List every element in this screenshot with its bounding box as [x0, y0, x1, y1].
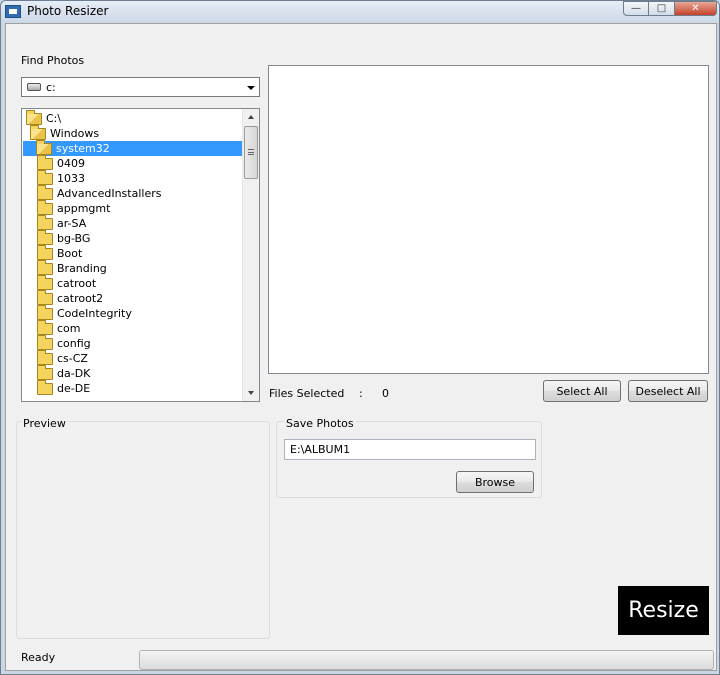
folder-icon: [37, 214, 53, 230]
tree-item-label: Boot: [57, 247, 83, 260]
tree-item-label: 1033: [57, 172, 85, 185]
tree-item-label: CodeIntegrity: [57, 307, 132, 320]
tree-item[interactable]: C:\: [26, 109, 62, 126]
files-selected-label: Files Selected: [269, 387, 345, 400]
tree-item-label: catroot2: [57, 292, 104, 305]
preview-panel: [16, 421, 270, 639]
tree-item[interactable]: 0409: [37, 154, 85, 171]
tree-item-label: com: [57, 322, 81, 335]
status-text: Ready: [21, 651, 56, 664]
app-window: Photo Resizer — □ ✕ Find Photos c: C:\ Wi…: [0, 0, 720, 675]
preview-label: Preview: [21, 417, 68, 430]
drive-select[interactable]: c:: [21, 77, 260, 97]
grip-icon: [248, 149, 254, 155]
folder-icon: [37, 274, 53, 290]
scroll-down-icon[interactable]: [248, 391, 254, 395]
tree-item[interactable]: Windows: [30, 124, 100, 141]
tree-item[interactable]: com: [37, 319, 81, 336]
folder-open-icon: [30, 124, 46, 140]
tree-item-label: 0409: [57, 157, 85, 170]
tree-item[interactable]: Boot: [37, 244, 83, 261]
tree-item[interactable]: de-DE: [37, 379, 91, 396]
tree-item[interactable]: config: [37, 334, 91, 351]
folder-icon: [37, 259, 53, 275]
tree-item[interactable]: ar-SA: [37, 214, 87, 231]
title-bar[interactable]: Photo Resizer — □ ✕: [1, 1, 719, 23]
find-photos-label: Find Photos: [21, 54, 85, 67]
photo-list[interactable]: [268, 65, 709, 374]
tree-item-label: config: [57, 337, 91, 350]
tree-item[interactable]: catroot2: [37, 289, 104, 306]
folder-icon: [37, 334, 53, 350]
tree-item[interactable]: cs-CZ: [37, 349, 88, 366]
folder-icon: [37, 184, 53, 200]
folder-icon: [37, 364, 53, 380]
tree-item[interactable]: bg-BG: [37, 229, 91, 246]
files-selected-count: 0: [382, 387, 389, 400]
app-icon: [5, 5, 21, 18]
folder-icon: [37, 319, 53, 335]
folder-icon: [37, 304, 53, 320]
window-controls: — □ ✕: [623, 1, 717, 16]
folder-icon: [37, 349, 53, 365]
window-title: Photo Resizer: [27, 4, 109, 18]
save-path-field[interactable]: E:\ALBUM1: [284, 439, 536, 460]
tree-item-label: de-DE: [57, 382, 91, 395]
tree-item-label: ar-SA: [57, 217, 87, 230]
folder-icon: [37, 244, 53, 260]
progress-bar: [139, 650, 714, 670]
folder-tree[interactable]: C:\ Windows system32 0409 1033 AdvancedInstal…: [21, 108, 260, 402]
minimize-button[interactable]: —: [623, 1, 649, 16]
tree-item[interactable]: catroot: [37, 274, 97, 291]
folder-open-icon: [26, 109, 42, 125]
tree-item[interactable]: AdvancedInstallers: [37, 184, 162, 201]
chevron-down-icon: [247, 86, 255, 90]
browse-button[interactable]: Browse: [456, 471, 534, 493]
tree-item[interactable]: Branding: [37, 259, 107, 276]
tree-item-label: catroot: [57, 277, 97, 290]
folder-icon: [37, 289, 53, 305]
save-photos-label: Save Photos: [284, 417, 356, 430]
tree-item[interactable]: CodeIntegrity: [37, 304, 132, 321]
maximize-icon: □: [656, 3, 667, 14]
maximize-button[interactable]: □: [649, 1, 675, 16]
drive-select-value: c:: [46, 81, 56, 94]
tree-item-label: da-DK: [57, 367, 91, 380]
tree-item-label: bg-BG: [57, 232, 91, 245]
files-selected-separator: :: [359, 387, 363, 400]
tree-item-label: cs-CZ: [57, 352, 88, 365]
drive-icon: [27, 83, 41, 91]
tree-item-label: appmgmt: [57, 202, 111, 215]
resize-button[interactable]: Resize: [618, 586, 709, 635]
tree-item[interactable]: 1033: [37, 169, 85, 186]
deselect-all-button[interactable]: Deselect All: [628, 380, 708, 402]
close-icon: ✕: [691, 3, 700, 14]
tree-item-label: C:\: [46, 112, 62, 125]
tree-item[interactable]: da-DK: [37, 364, 91, 381]
scroll-thumb[interactable]: [244, 126, 258, 179]
close-button[interactable]: ✕: [675, 1, 717, 16]
tree-item-label: system32: [53, 142, 113, 155]
tree-item-label: Windows: [50, 127, 100, 140]
minimize-icon: —: [631, 3, 641, 14]
scroll-up-icon[interactable]: [248, 115, 254, 119]
tree-scrollbar[interactable]: [242, 109, 259, 401]
select-all-button[interactable]: Select All: [543, 380, 621, 402]
main-panel: Find Photos c: C:\ Windows system32 0409 103…: [5, 23, 717, 671]
tree-item-label: AdvancedInstallers: [57, 187, 162, 200]
folder-icon: [37, 199, 53, 215]
folder-open-icon: [36, 139, 52, 155]
tree-item-label: Branding: [57, 262, 107, 275]
folder-icon: [37, 154, 53, 170]
folder-icon: [37, 169, 53, 185]
folder-icon: [37, 379, 53, 395]
folder-icon: [37, 229, 53, 245]
tree-item[interactable]: appmgmt: [37, 199, 111, 216]
tree-item[interactable]: system32: [23, 139, 242, 156]
